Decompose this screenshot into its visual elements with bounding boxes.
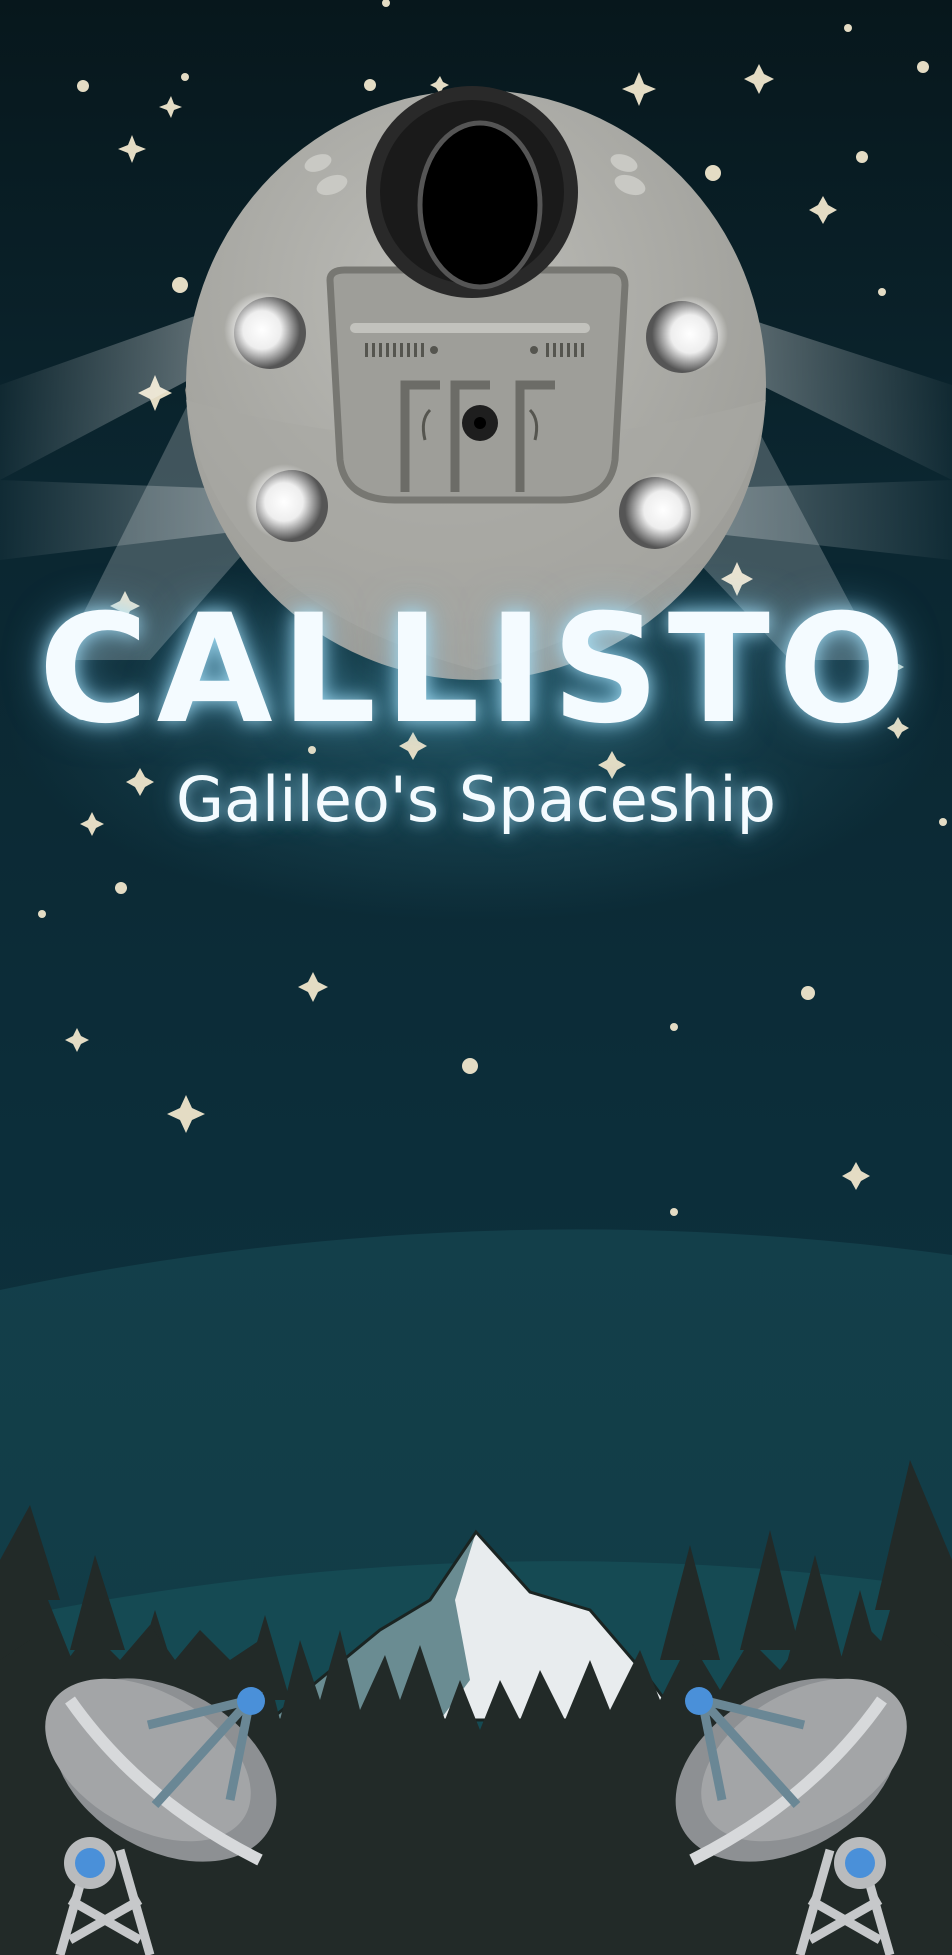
star-dot: [181, 73, 189, 81]
star-dot: [364, 79, 376, 91]
star-dot: [801, 986, 815, 1000]
star-dot: [670, 1208, 678, 1216]
star-dot: [917, 61, 929, 73]
star-dot: [670, 1023, 678, 1031]
star-dot: [844, 24, 852, 32]
star-dot: [115, 882, 127, 894]
star-dot: [856, 151, 868, 163]
star-dot: [462, 1058, 478, 1074]
star-dot: [77, 80, 89, 92]
star-dot: [38, 910, 46, 918]
star-dot: [172, 277, 188, 293]
star-dot: [705, 165, 721, 181]
poster: CALLISTO Galileo's Spaceship: [0, 0, 952, 1955]
page-title: CALLISTO: [38, 583, 914, 757]
page-subtitle: Galileo's Spaceship: [176, 763, 776, 836]
poster-scene: [0, 0, 952, 1955]
star-dot: [878, 288, 886, 296]
